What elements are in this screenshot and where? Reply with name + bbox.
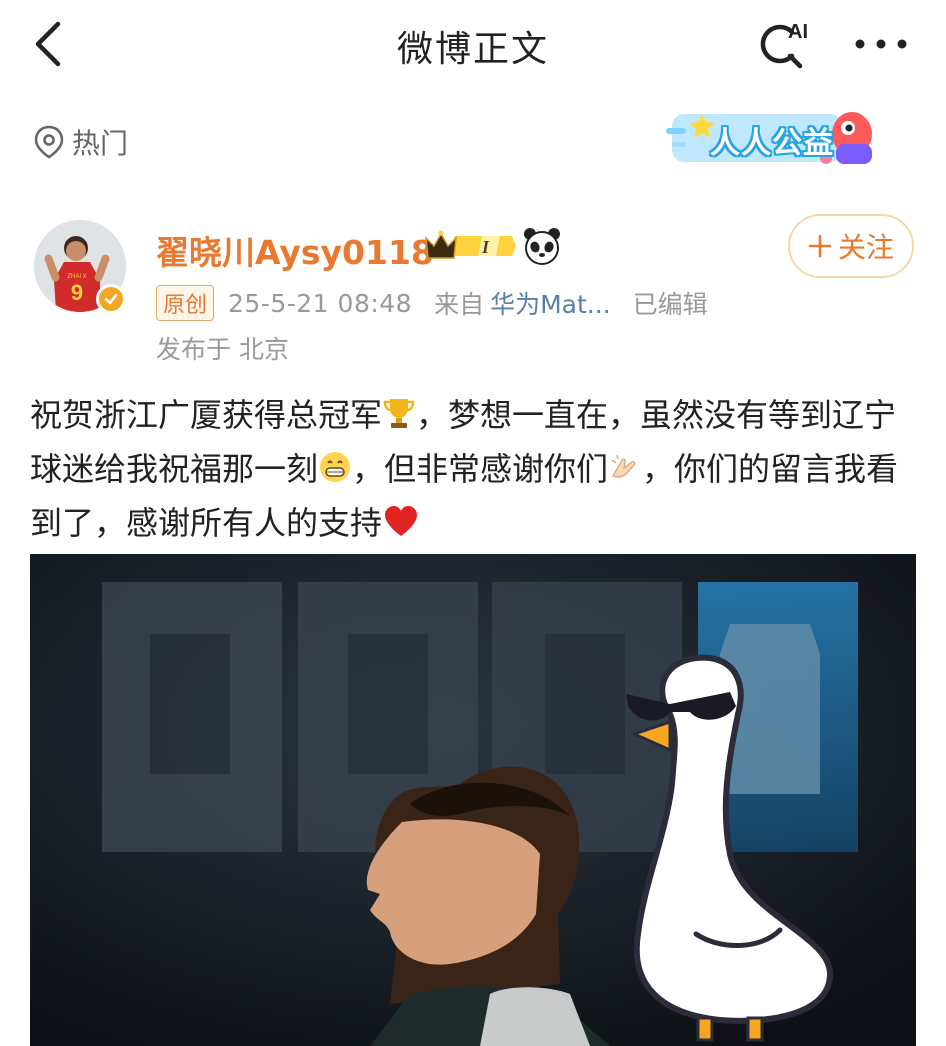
svg-text:AI: AI: [788, 21, 808, 43]
edited-label: 已编辑: [632, 290, 708, 319]
trophy-emoji: [383, 399, 415, 428]
hot-location-icon: [34, 125, 64, 159]
username[interactable]: 翟晓川Aysy0118: [156, 226, 434, 274]
post-text: 祝贺浙江广厦获得总冠军 ，梦想一直在，虽然没有等到辽宁球迷给我祝福那一刻 ，但非…: [30, 388, 918, 550]
heart-emoji: [385, 506, 418, 536]
grin-emoji: [320, 452, 351, 482]
svg-text:9: 9: [71, 280, 83, 305]
post-meta: 原创 25-5-21 08:48 来自 华为Mat... 已编辑: [156, 285, 708, 321]
original-tag: 原创: [156, 285, 215, 321]
follow-label: 关注: [837, 231, 894, 264]
follow-button[interactable]: 关注: [788, 214, 914, 278]
verified-icon: [104, 293, 118, 305]
post-image[interactable]: [30, 554, 916, 1046]
member-level-badge: I: [425, 230, 516, 259]
hot-label: 热门: [72, 127, 129, 160]
ai-search-icon: AI: [760, 21, 808, 69]
post-photo: [30, 554, 916, 1046]
charity-label: 人人公益: [710, 126, 834, 161]
plus-icon: [808, 234, 832, 258]
more-icon: [855, 39, 907, 49]
panda-icon: [524, 228, 560, 265]
post-text-part-3: ，但非常感谢你们: [352, 450, 609, 488]
verified-badge: [96, 284, 126, 314]
pray-emoji: [611, 454, 636, 478]
crown-icon: [425, 230, 457, 259]
ai-search-button[interactable]: AI: [754, 16, 818, 72]
top-bar: 微博正文 AI: [0, 0, 946, 90]
post-location: 发布于 北京: [156, 335, 289, 364]
more-button[interactable]: [850, 24, 912, 64]
source-label: 来自: [434, 290, 485, 319]
post-time: 25-5-21 08:48: [228, 288, 413, 318]
svg-text:I: I: [481, 237, 490, 257]
hot-tag[interactable]: 热门: [34, 120, 128, 164]
source-device-link[interactable]: 华为Mat...: [490, 285, 611, 321]
post-text-part-1: 祝贺浙江广厦获得总冠军: [30, 396, 383, 434]
charity-banner[interactable]: 人人公益: [666, 100, 884, 174]
